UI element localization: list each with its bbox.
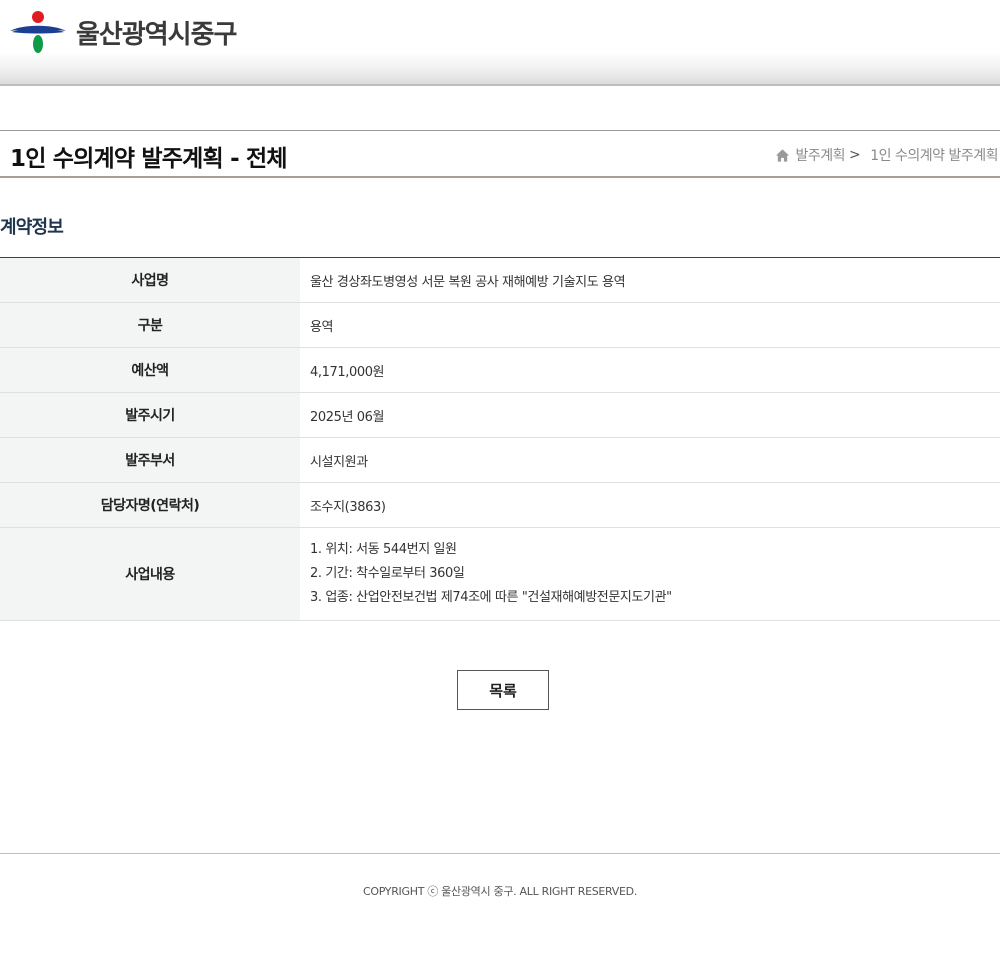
copyright-text: COPYRIGHT ⓒ 울산광역시 중구. ALL RIGHT RESERVED… [362, 885, 638, 898]
row-value-order-period: 2025년 06월 [300, 392, 1000, 438]
row-label-contact: 담당자명(연락처) [0, 482, 300, 528]
row-label-order-period: 발주시기 [0, 392, 300, 438]
table-row: 사업내용 1. 위치: 서동 544번지 일원 2. 기간: 착수일로부터 36… [0, 527, 1000, 621]
row-value-project-content: 1. 위치: 서동 544번지 일원 2. 기간: 착수일로부터 360일 3.… [300, 527, 1000, 621]
org-name[interactable]: 울산광역시중구 [76, 14, 237, 51]
row-value-contact: 조수지(3863) [300, 482, 1000, 528]
content-line-period: 2. 기간: 착수일로부터 360일 [310, 566, 465, 581]
row-value-project-name: 울산 경상좌도병영성 서문 복원 공사 재해예방 기술지도 용역 [300, 257, 1000, 303]
content-line-location: 1. 위치: 서동 544번지 일원 [310, 542, 457, 557]
home-icon[interactable] [775, 148, 790, 163]
site-footer: COPYRIGHT ⓒ 울산광역시 중구. ALL RIGHT RESERVED… [0, 853, 1000, 954]
title-bar: 1인 수의계약 발주계획 - 전체 발주계획 > 1인 수의계약 발주계획 [0, 130, 1000, 178]
row-value-category: 용역 [300, 302, 1000, 348]
row-label-budget: 예산액 [0, 347, 300, 393]
row-value-department: 시설지원과 [300, 437, 1000, 483]
list-button[interactable]: 목록 [457, 670, 549, 710]
row-label-department: 발주부서 [0, 437, 300, 483]
breadcrumb: 발주계획 > 1인 수의계약 발주계획 [775, 145, 998, 165]
row-label-project-name: 사업명 [0, 257, 300, 303]
ulsan-junggu-logo-icon[interactable] [10, 10, 66, 54]
table-row: 구분 용역 [0, 302, 1000, 348]
table-row: 사업명 울산 경상좌도병영성 서문 복원 공사 재해예방 기술지도 용역 [0, 257, 1000, 303]
row-value-budget: 4,171,000원 [300, 347, 1000, 393]
contract-info-table: 사업명 울산 경상좌도병영성 서문 복원 공사 재해예방 기술지도 용역 구분 … [0, 257, 1000, 621]
table-row: 발주시기 2025년 06월 [0, 392, 1000, 438]
table-row: 발주부서 시설지원과 [0, 437, 1000, 483]
row-label-project-content: 사업내용 [0, 527, 300, 621]
row-label-category: 구분 [0, 302, 300, 348]
table-row: 예산액 4,171,000원 [0, 347, 1000, 393]
breadcrumb-separator: > [849, 147, 861, 163]
table-row: 담당자명(연락처) 조수지(3863) [0, 482, 1000, 528]
content-line-industry: 3. 업종: 산업안전보건법 제74조에 따른 "건설재해예방전문지도기관" [310, 590, 672, 605]
page-title: 1인 수의계약 발주계획 - 전체 [10, 146, 288, 172]
site-header: 울산광역시중구 [0, 0, 1000, 86]
breadcrumb-item-current[interactable]: 1인 수의계약 발주계획 [870, 145, 998, 165]
breadcrumb-item-order-plan[interactable]: 발주계획 [796, 145, 846, 165]
section-title-contract-info: 계약정보 [0, 217, 64, 238]
